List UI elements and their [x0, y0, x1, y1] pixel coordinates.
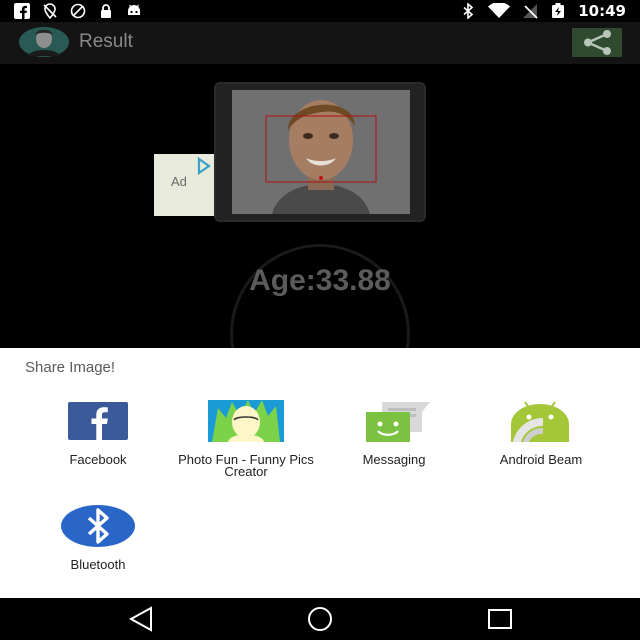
bluetooth-icon — [463, 3, 474, 19]
toolbar-title: Result — [79, 31, 133, 52]
share-target-label: Android Beam — [499, 452, 583, 467]
share-target-android-beam[interactable]: Android Beam — [467, 398, 615, 478]
battery-charging-icon — [552, 3, 565, 18]
wifi-icon — [488, 3, 511, 18]
messaging-icon — [366, 402, 430, 442]
location-off-icon — [43, 3, 57, 19]
facebook-icon — [68, 402, 128, 440]
face-image — [232, 90, 410, 214]
recents-icon[interactable] — [485, 606, 515, 632]
no-signal-icon — [523, 4, 538, 19]
share-target-label: Bluetooth — [70, 557, 126, 572]
photo-frame — [214, 82, 426, 222]
face-photo — [232, 90, 410, 214]
status-bar: 10:49 — [0, 0, 640, 22]
age-result: Age:33.88 — [249, 264, 391, 297]
share-target-label: Photo Fun - Funny Pics Creator — [178, 452, 314, 479]
adchoices-icon[interactable] — [196, 156, 212, 176]
ad-banner[interactable]: Ad — [154, 154, 214, 216]
home-icon[interactable] — [305, 606, 335, 632]
share-target-photo-fun[interactable]: Photo Fun - Funny Pics Creator — [172, 398, 320, 478]
share-icon — [584, 30, 611, 55]
share-target-bluetooth[interactable]: Bluetooth — [24, 504, 172, 574]
app-logo-icon[interactable] — [18, 26, 70, 58]
share-target-messaging[interactable]: Messaging — [320, 398, 468, 478]
android-beam-icon — [511, 401, 569, 442]
navigation-bar — [0, 598, 640, 640]
clock: 10:49 — [578, 2, 626, 20]
bluetooth-icon — [61, 505, 135, 547]
no-sim-icon — [70, 3, 86, 19]
lock-icon — [101, 4, 111, 18]
share-target-label: Messaging — [362, 452, 426, 467]
share-button[interactable] — [572, 28, 622, 57]
share-target-facebook[interactable]: Facebook — [24, 398, 172, 478]
android-icon — [128, 4, 140, 15]
ad-label: Ad — [171, 174, 187, 189]
app-toolbar: Result — [0, 22, 640, 64]
share-sheet: Share Image! Facebook Photo Fun - Funny … — [0, 348, 640, 598]
share-sheet-title: Share Image! — [25, 359, 116, 376]
facebook-icon — [14, 3, 30, 19]
share-target-label: Facebook — [69, 452, 127, 467]
result-area: Ad Age:33.88 — [0, 64, 640, 424]
back-icon[interactable] — [126, 606, 156, 632]
photo-fun-icon — [208, 400, 284, 442]
